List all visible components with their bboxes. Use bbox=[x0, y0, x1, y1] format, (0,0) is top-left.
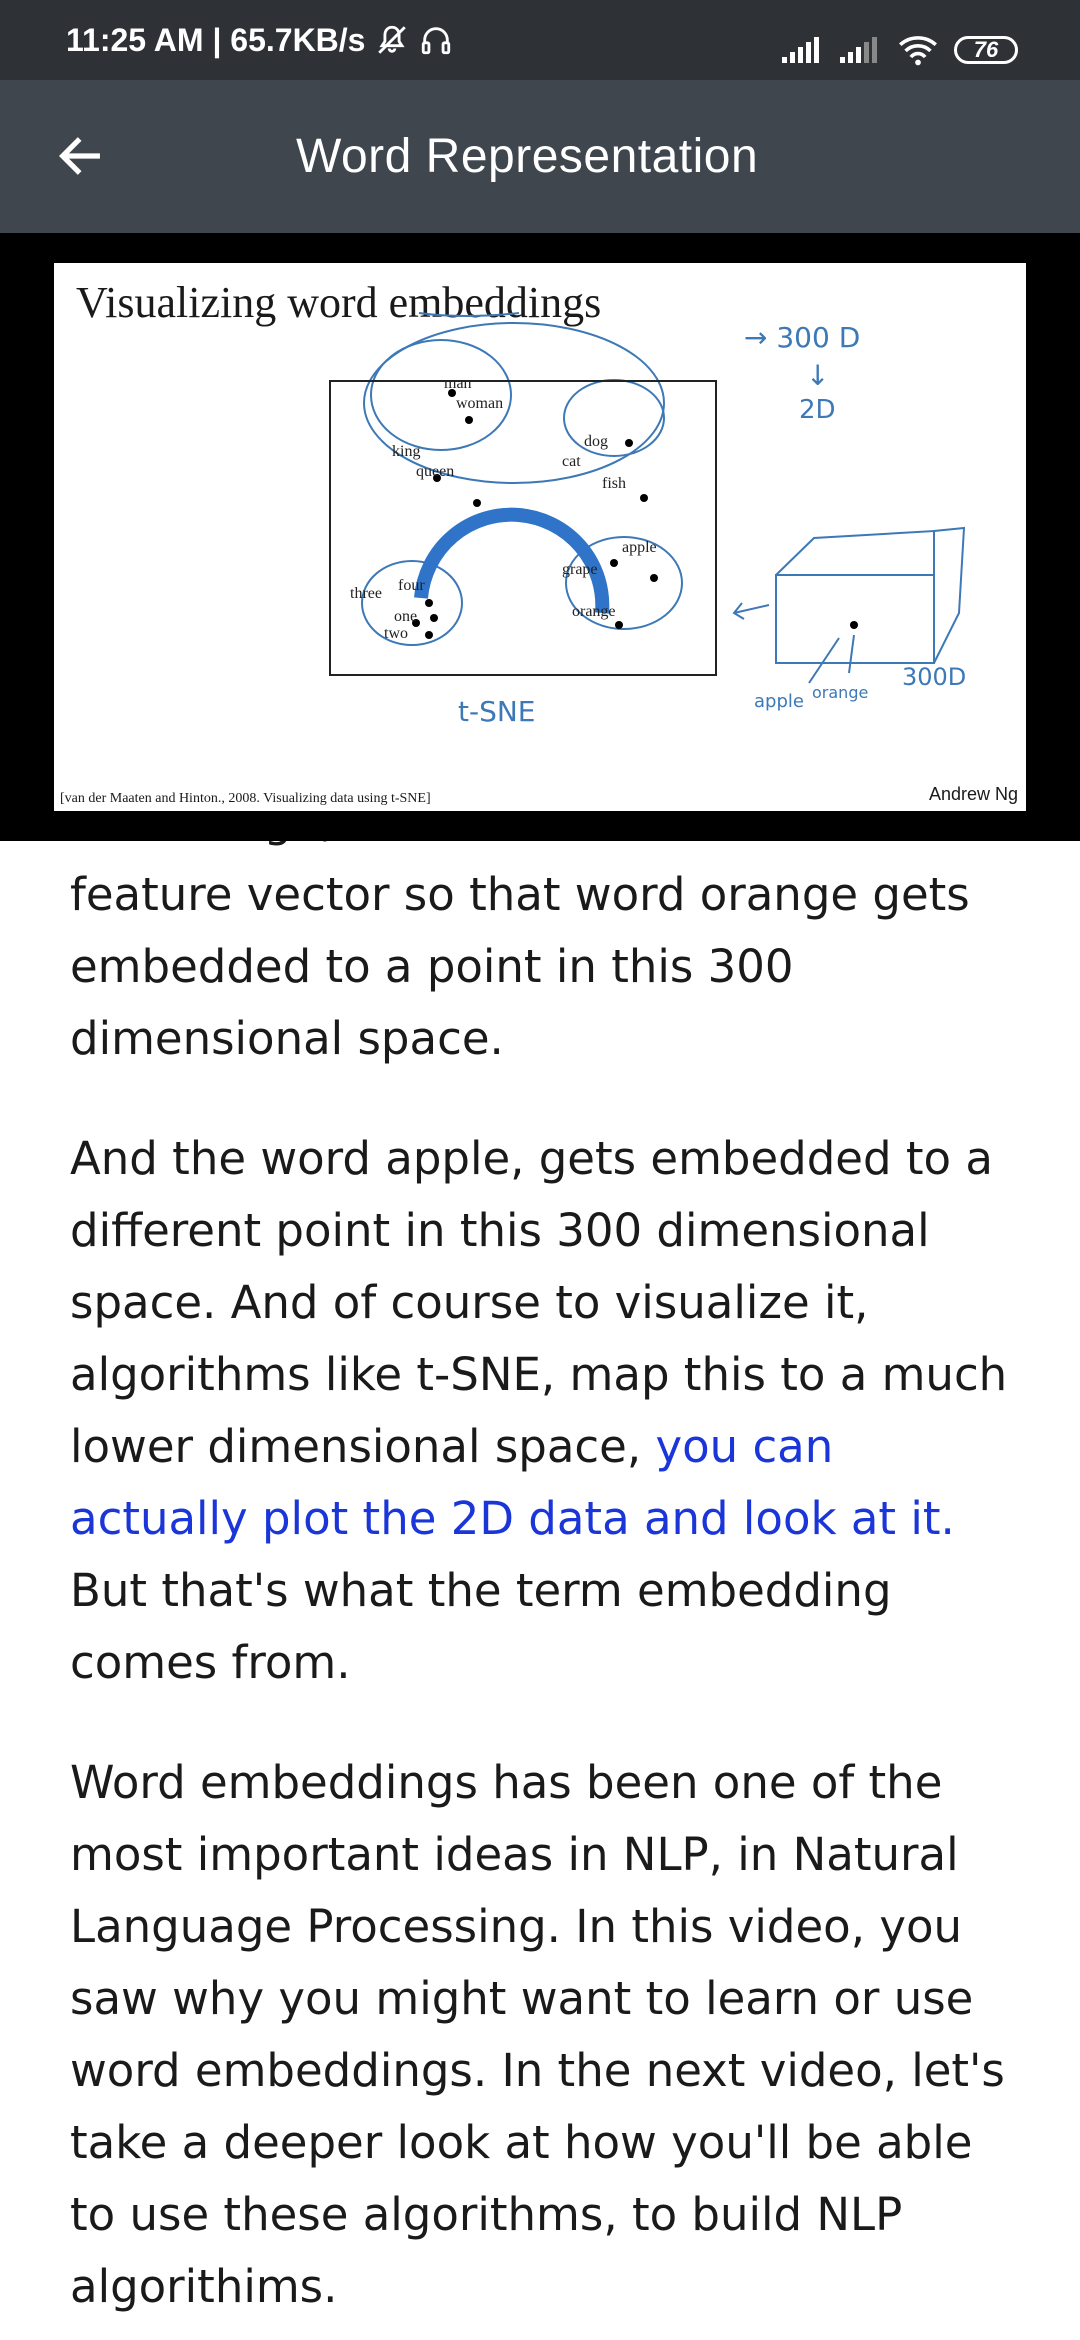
partial-line-text: like orange, and have a three dimensiona… bbox=[70, 841, 733, 859]
handwritten-orange: orange bbox=[812, 683, 869, 702]
page-title: Word Representation bbox=[296, 130, 759, 183]
cell-signal-2-icon bbox=[840, 37, 877, 63]
app-bar: Word Representation bbox=[0, 80, 1080, 233]
word-label: grape bbox=[562, 561, 598, 578]
status-left: 11:25 AM | 65.7KB/s bbox=[66, 0, 453, 80]
arrow-left-icon bbox=[58, 137, 100, 175]
wifi-icon bbox=[899, 36, 937, 66]
back-button[interactable] bbox=[40, 116, 120, 196]
paragraph-2-text: And the word apple, gets embedded to a d… bbox=[70, 1132, 1008, 1473]
lecture-slide: Visualizing word embeddings man woman ki… bbox=[54, 263, 1026, 811]
handwritten-arrow: ↓ bbox=[806, 359, 830, 392]
slide-author: Andrew Ng bbox=[928, 784, 1018, 804]
slide-citation: [van der Maaten and Hinton., 2008. Visua… bbox=[60, 791, 431, 806]
handwritten-tsne: t-SNE bbox=[458, 695, 536, 728]
word-label: two bbox=[384, 625, 408, 642]
word-label: king bbox=[392, 443, 421, 460]
paragraph-3: Word embeddings has been one of the most… bbox=[70, 1756, 1005, 2313]
word-label: dog bbox=[584, 433, 608, 450]
word-label: woman bbox=[456, 395, 504, 412]
word-label: cat bbox=[562, 453, 581, 470]
headphones-icon bbox=[422, 27, 451, 55]
paragraph-1: feature vector so that word orange gets … bbox=[70, 868, 970, 1065]
battery-icon: 76 bbox=[954, 36, 1018, 64]
status-bar: 11:25 AM | 65.7KB/s 76 bbox=[0, 0, 1080, 80]
handwritten-300d: → 300 D bbox=[744, 321, 861, 354]
transcript-article: like orange, and have a three dimensiona… bbox=[70, 841, 1020, 2340]
handwritten-2d: 2D bbox=[799, 395, 836, 425]
cell-signal-icon bbox=[782, 37, 819, 63]
word-label: apple bbox=[622, 539, 657, 556]
battery-level: 76 bbox=[973, 37, 999, 62]
word-label: man bbox=[444, 375, 472, 392]
word-label: four bbox=[398, 577, 425, 594]
word-label: queen bbox=[416, 463, 455, 480]
word-label: three bbox=[350, 585, 382, 602]
handwritten-apple: apple bbox=[754, 691, 804, 712]
video-player[interactable]: Visualizing word embeddings man woman ki… bbox=[0, 233, 1080, 841]
status-time-speed: 11:25 AM | 65.7KB/s bbox=[66, 21, 366, 58]
word-label: orange bbox=[572, 603, 616, 620]
word-label: one bbox=[394, 608, 418, 625]
partial-line: like orange, and have a three dimensiona… bbox=[70, 841, 1020, 859]
word-label: fish bbox=[602, 475, 626, 492]
paragraph-2: And the word apple, gets embedded to a d… bbox=[70, 1123, 1020, 1699]
bell-muted-icon bbox=[378, 25, 407, 54]
paragraph-2-tail: But that's what the term embedding comes… bbox=[70, 1564, 892, 1689]
handwritten-300d-axis: 300D bbox=[902, 663, 967, 691]
